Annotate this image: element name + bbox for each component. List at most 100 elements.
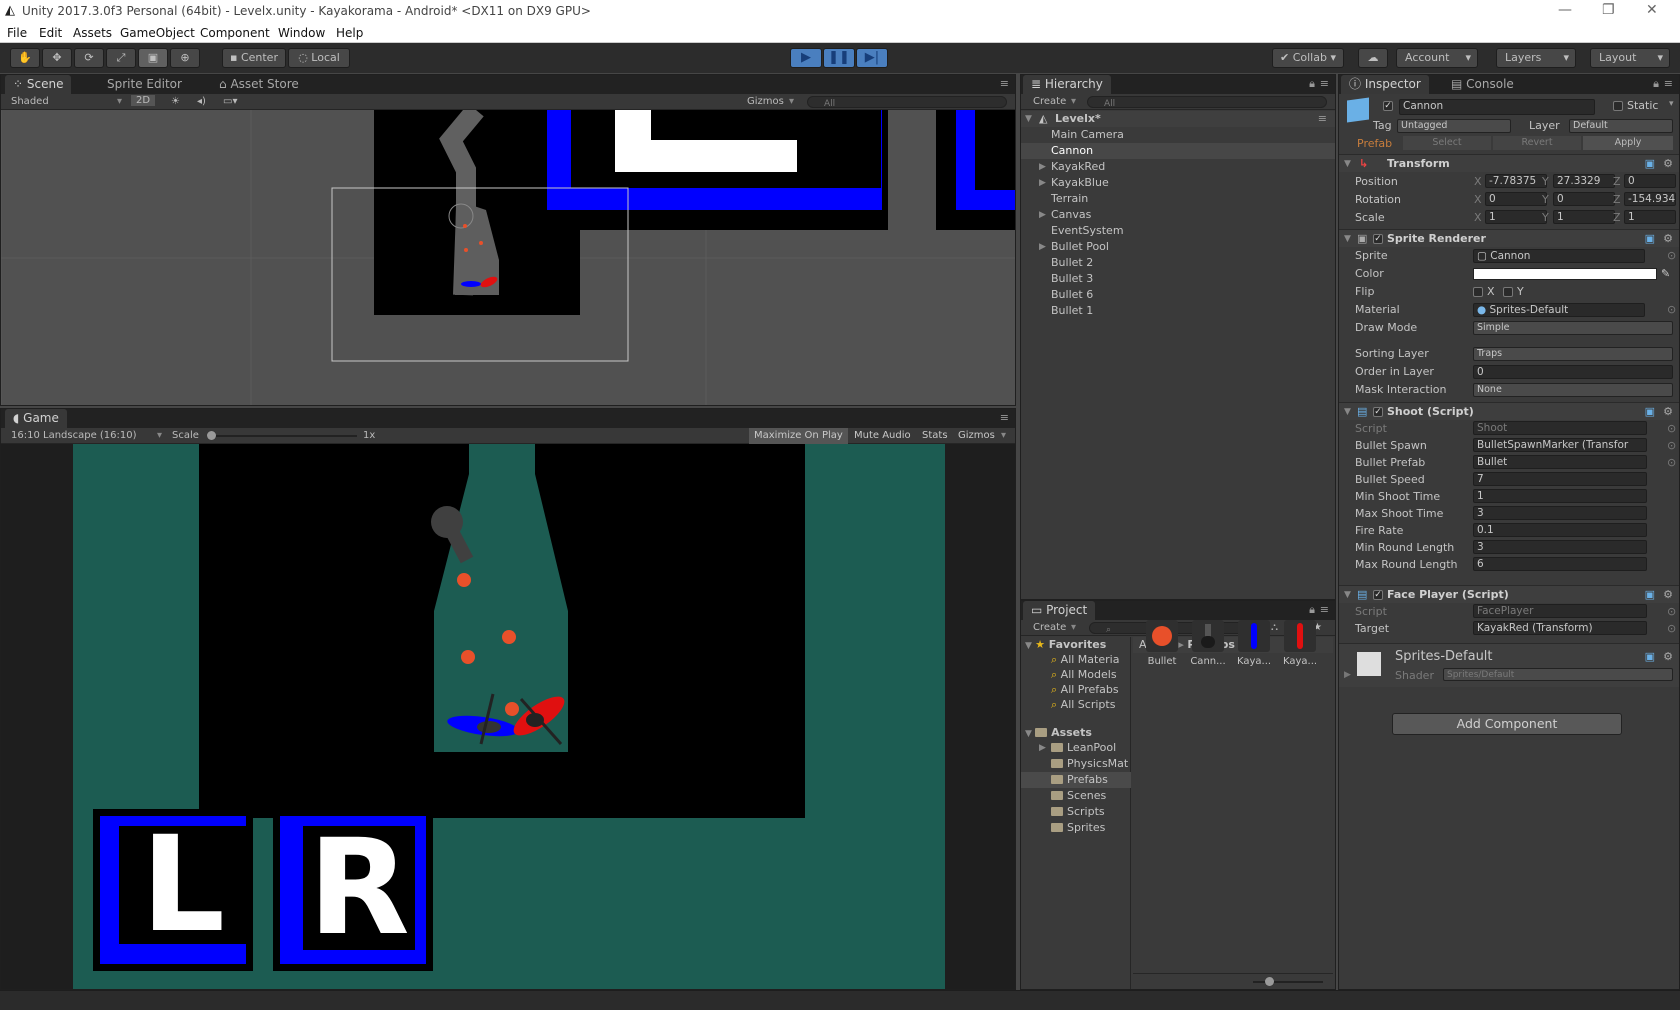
zoom-slider[interactable] [1253,977,1323,986]
audio-icon[interactable]: ◂) [197,96,206,107]
object-picker-icon[interactable]: ⊙ [1667,437,1676,454]
chevron-down-icon[interactable]: ▾ [1669,99,1674,109]
hierarchy-item[interactable]: ▶ Bullet Pool [1021,239,1335,255]
folder-item[interactable]: Scripts [1021,804,1131,820]
gizmos-dropdown[interactable]: Gizmos [747,96,784,107]
shoot-enabled-checkbox[interactable]: ✓ [1373,407,1383,417]
sprite-renderer-header[interactable]: ▼ ▣ ✓ Sprite Renderer ▣ ⚙ [1339,229,1679,247]
order-in-layer-field[interactable]: 0 [1473,365,1673,379]
collapsed-arrow-icon[interactable]: ▶ [1039,159,1046,175]
prefab-kayak-blue[interactable]: Kaya... [1233,620,1275,667]
shoot-field-field[interactable]: 7 [1473,472,1647,486]
tag-dropdown[interactable]: Untagged [1397,119,1511,133]
2d-toggle[interactable]: 2D [131,95,156,106]
prefab-cannon[interactable]: Cann... [1187,620,1229,667]
shoot-field-field[interactable]: 1 [1473,489,1647,503]
panel-menu-icon[interactable]: ≡ [1664,77,1673,90]
object-picker-icon[interactable]: ⊙ [1667,603,1676,620]
rotation-z-field[interactable]: -154.934 [1624,192,1676,206]
static-checkbox[interactable] [1613,101,1623,111]
account-dropdown[interactable]: Account ▾ [1396,48,1478,68]
tab-asset-store[interactable]: ⌂ Asset Store [211,75,307,94]
lock-icon[interactable]: 🔒︎ [1653,77,1659,91]
favorite-item[interactable]: ⌕ All Prefabs [1051,682,1119,698]
folder-item[interactable]: Scenes [1021,788,1131,804]
scale-slider-thumb[interactable] [207,431,216,440]
play-button[interactable]: ▶ [790,48,822,68]
shoot-field-field[interactable]: 3 [1473,506,1647,520]
color-swatch[interactable] [1473,268,1657,280]
position-z-field[interactable]: 0 [1624,174,1676,188]
object-picker-icon[interactable]: ⊙ [1667,301,1676,318]
menu-file[interactable]: File [7,26,27,40]
hierarchy-item[interactable]: ▶ KayakBlue [1021,175,1335,191]
tab-inspector[interactable]: ⓘ Inspector [1341,75,1429,94]
settings-gear-icon[interactable]: ⚙ [1663,650,1673,663]
menu-help[interactable]: Help [336,26,363,40]
zoom-slider-thumb[interactable] [1265,977,1274,986]
face-player-field-field[interactable]: KayakRed (Transform) [1473,621,1647,635]
menu-assets[interactable]: Assets [73,26,112,40]
favorites-header[interactable]: ▼ ★ Favorites [1025,637,1106,653]
menu-gameobject[interactable]: GameObject [120,26,195,40]
lock-icon[interactable]: 🔒︎ [1309,603,1315,617]
object-picker-icon[interactable]: ⊙ [1667,620,1676,637]
panel-menu-icon[interactable]: ≡ [1320,77,1329,90]
settings-gear-icon[interactable]: ⚙ [1663,230,1673,248]
help-book-icon[interactable]: ▣ [1645,650,1655,663]
favorite-item[interactable]: ⌕ All Scripts [1051,697,1115,713]
help-book-icon[interactable]: ▣ [1645,155,1655,173]
settings-gear-icon[interactable]: ⚙ [1663,403,1673,421]
rotation-y-field[interactable]: 0 [1553,192,1615,206]
shoot-script-header[interactable]: ▼ ▤ ✓ Shoot (Script) ▣ ⚙ [1339,402,1679,420]
scale-z-field[interactable]: 1 [1624,210,1676,224]
hierarchy-item[interactable]: ▶ KayakRed [1021,159,1335,175]
scene-root-row[interactable]: ▼ ◭ Levelx* ≡ [1021,111,1335,127]
object-picker-icon[interactable]: ⊙ [1667,247,1676,264]
menu-component[interactable]: Component [200,26,270,40]
shading-mode-dropdown[interactable]: Shaded [11,96,49,107]
rect-tool-icon[interactable]: ▣ [138,48,168,68]
shoot-field-field[interactable]: Shoot [1473,421,1647,435]
maximize-on-play-toggle[interactable]: Maximize On Play [749,428,848,444]
game-gizmos-dropdown[interactable]: Gizmos [953,428,1000,444]
hierarchy-item[interactable]: Terrain [1021,191,1335,207]
left-button[interactable]: L [119,816,247,954]
project-create-dropdown[interactable]: Create [1033,622,1066,633]
hierarchy-item[interactable]: Main Camera [1021,127,1335,143]
mask-interaction-dropdown[interactable]: None [1473,383,1673,397]
collapsed-arrow-icon[interactable]: ▶ [1039,740,1046,756]
close-icon[interactable]: ✕ [1646,2,1658,18]
hierarchy-item[interactable]: ▶ Canvas [1021,207,1335,223]
hierarchy-search-input[interactable]: All [1087,96,1327,109]
collapsed-arrow-icon[interactable]: ▶ [1039,239,1046,255]
shoot-field-field[interactable]: 0.1 [1473,523,1647,537]
game-viewport[interactable]: L R [1,444,1015,989]
step-button[interactable]: ▶| [856,48,888,68]
hierarchy-item[interactable]: Bullet 1 [1021,303,1335,319]
position-x-field[interactable]: -7.78375 [1485,174,1547,188]
lighting-icon[interactable]: ☀ [171,96,180,107]
effects-icon[interactable]: ▭▾ [223,96,237,107]
collapsed-arrow-icon[interactable]: ▶ [1039,175,1046,191]
scale-y-field[interactable]: 1 [1553,210,1615,224]
restore-icon[interactable]: ❐ [1602,2,1615,18]
mute-audio-toggle[interactable]: Mute Audio [849,428,916,444]
stats-toggle[interactable]: Stats [917,428,953,444]
tab-project[interactable]: ▭ Project [1023,601,1096,620]
pivot-local-button[interactable]: ◌ Local [288,48,350,68]
cloud-icon[interactable]: ☁ [1358,48,1388,68]
favorite-item[interactable]: ⌕ All Materia [1051,652,1119,668]
hand-tool-icon[interactable]: ✋ [10,48,40,68]
help-book-icon[interactable]: ▣ [1645,403,1655,421]
shoot-field-field[interactable]: 6 [1473,557,1647,571]
scale-x-field[interactable]: 1 [1485,210,1547,224]
hierarchy-item[interactable]: Bullet 2 [1021,255,1335,271]
scale-slider[interactable] [207,431,357,440]
panel-menu-icon[interactable]: ≡ [1000,77,1009,90]
collapsed-arrow-icon[interactable]: ▶ [1039,207,1046,223]
menu-edit[interactable]: Edit [39,26,62,40]
settings-gear-icon[interactable]: ⚙ [1663,586,1673,604]
flip-y-checkbox[interactable] [1503,287,1513,297]
rotate-tool-icon[interactable]: ⟳ [74,48,104,68]
